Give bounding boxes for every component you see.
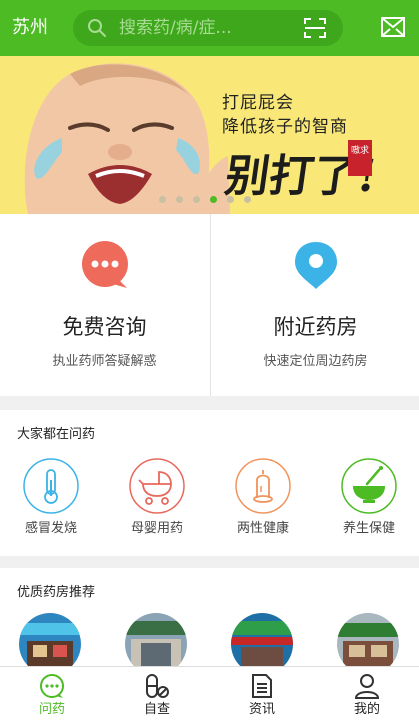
carousel-dot[interactable] [193,196,200,203]
city-selector[interactable]: 苏州 [12,16,48,40]
tab-label: 资讯 [248,702,275,717]
banner-seal: 嗷求 [348,140,372,176]
person-icon [354,674,380,699]
free-consult-subtitle: 执业药师答疑解惑 [52,354,157,369]
tab-mine[interactable]: 我的 [315,667,419,721]
carousel-indicator [159,196,251,203]
popular-section-title: 大家都在问药 [17,427,96,442]
tab-news[interactable]: 资讯 [210,667,314,721]
carousel-dot[interactable] [244,196,251,203]
pharmacy-photo-4[interactable] [337,613,399,666]
tab-self-check[interactable]: 自查 [105,667,209,721]
pharmacy-section: 优质药房推荐 [0,568,419,666]
category-label: 感冒发烧 [24,521,77,536]
mortar-bowl-icon [341,458,397,514]
category-label: 两性健康 [236,521,289,536]
banner-line-1: 打屁屁会 [222,93,294,113]
crying-baby-image [24,63,230,214]
free-consult-card[interactable]: 免费咨询 执业药师答疑解惑 [0,214,209,396]
popular-section: 大家都在问药 感冒发烧 母婴用药 两性健康 养生保健 [0,410,419,556]
carousel-dot-active[interactable] [210,196,217,203]
carousel-dot[interactable] [227,196,234,203]
tab-label: 问药 [38,702,65,717]
category-label: 母婴用药 [130,521,183,536]
carousel-dot[interactable] [176,196,183,203]
news-icon [252,674,272,698]
tab-ask-medicine[interactable]: 问药 [0,667,104,721]
bottom-nav: 问药 自查 资讯 我的 [0,666,419,721]
search-icon [88,19,106,37]
free-consult-title: 免费咨询 [62,315,147,339]
condom-icon [235,458,291,514]
baby-stroller-icon [129,458,185,514]
scan-icon[interactable] [303,17,327,39]
nearby-pharmacy-title: 附近药房 [273,315,358,339]
carousel-dot[interactable] [159,196,166,203]
message-icon[interactable] [381,17,405,37]
thermometer-icon [23,458,79,514]
tab-label: 我的 [353,702,380,717]
pharmacy-section-title: 优质药房推荐 [17,585,96,600]
search-bar[interactable]: 搜索药/病/症... [73,10,343,46]
search-placeholder: 搜索药/病/症... [119,18,232,38]
tab-label: 自查 [143,702,170,717]
category-label: 养生保健 [342,521,395,536]
pharmacy-photo-3[interactable] [231,613,293,666]
chat-icon [40,674,64,698]
top-bar: 苏州 搜索药/病/症... [0,0,419,56]
promo-banner[interactable]: 打屁屁会 降低孩子的智商 别打了! 嗷求 [0,56,419,214]
location-pin-icon [295,242,337,289]
banner-line-2: 降低孩子的智商 [222,117,348,137]
pharmacy-photo-2[interactable] [125,613,187,666]
app-screen: 苏州 搜索药/病/症... 打屁屁会 降低孩子的智商 别打了! 嗷求 免费咨询 … [0,0,419,721]
pill-check-icon [146,674,169,698]
nearby-pharmacy-card[interactable]: 附近药房 快速定位周边药房 [210,214,419,396]
services-panel: 免费咨询 执业药师答疑解惑 附近药房 快速定位周边药房 [0,214,419,396]
chat-bubble-icon [82,241,128,288]
nearby-pharmacy-subtitle: 快速定位周边药房 [263,354,368,369]
pharmacy-photo-1[interactable] [19,613,81,666]
